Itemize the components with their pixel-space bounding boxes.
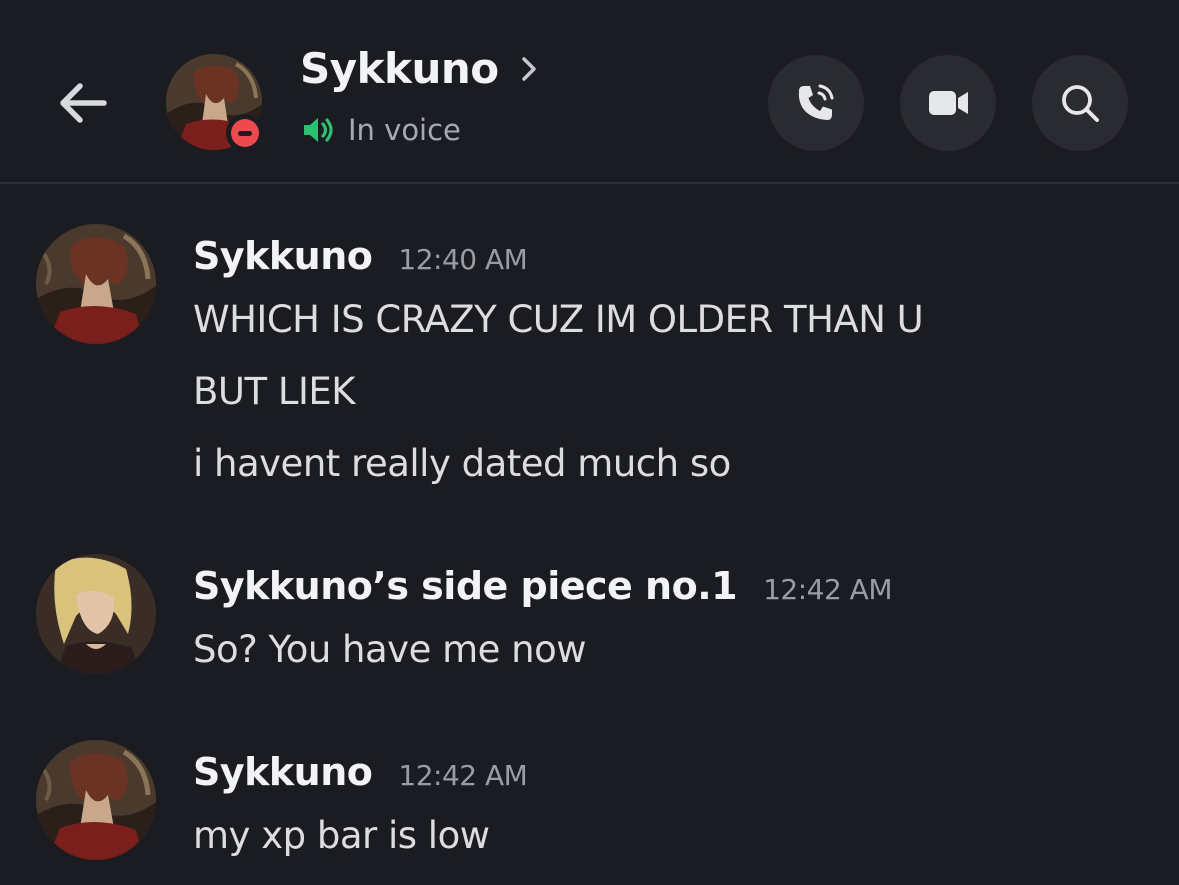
message-timestamp: 12:42 AM [398,759,528,792]
channel-header: Sykkuno In voice [0,0,1179,184]
message-timestamp: 12:42 AM [763,573,892,606]
message-text: WHICH IS CRAZY CUZ IM OLDER THAN U [193,298,924,341]
message-timestamp: 12:40 AM [398,243,528,276]
avatar[interactable] [36,554,156,674]
video-camera-icon [929,91,968,115]
video-call-button[interactable] [900,55,996,151]
message-header: Sykkuno 12:40 AM [193,234,528,278]
message-author[interactable]: Sykkuno [193,750,373,794]
search-button[interactable] [1032,55,1128,151]
avatar[interactable] [36,224,156,344]
message-text: So? You have me now [193,628,587,671]
header-avatar[interactable] [166,54,266,154]
avatar[interactable] [36,740,156,860]
dnd-status-icon [226,114,264,152]
message-text: BUT LIEK [193,370,356,413]
voice-status-text: In voice [348,113,461,147]
message-text: i havent really dated much so [193,442,731,485]
message-author[interactable]: Sykkuno [193,234,373,278]
message-author[interactable]: Sykkuno’s side piece no.1 [193,564,738,608]
channel-title-text: Sykkuno [300,44,499,93]
message-header: Sykkuno’s side piece no.1 12:42 AM [193,564,892,608]
phone-call-icon [798,84,834,120]
back-button[interactable] [52,72,114,134]
message-header: Sykkuno 12:42 AM [193,750,528,794]
chevron-right-icon [521,56,536,81]
speaker-icon [304,118,333,142]
channel-title[interactable]: Sykkuno [300,44,541,93]
search-icon [1062,85,1099,122]
message-text: my xp bar is low [193,814,490,857]
voice-call-button[interactable] [768,55,864,151]
voice-status: In voice [300,112,461,148]
dm-chat-screen: Sykkuno In voice Sykkuno 12:40 AM WHICH … [0,0,1179,885]
arrow-left-icon [60,83,107,123]
